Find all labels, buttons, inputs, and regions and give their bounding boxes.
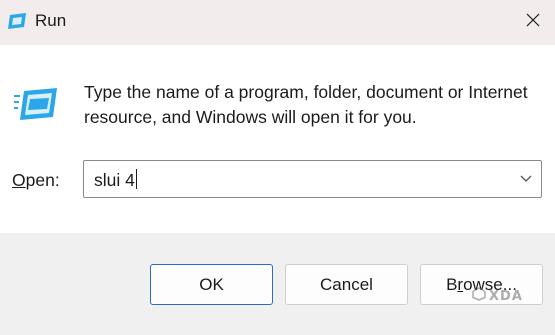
dialog-content: Type the name of a program, folder, docu… bbox=[0, 45, 555, 233]
open-combobox[interactable]: slui 4 bbox=[83, 160, 542, 198]
open-label-rest: pen: bbox=[25, 170, 60, 190]
open-label: Open: bbox=[12, 170, 60, 191]
cancel-button[interactable]: Cancel bbox=[285, 264, 408, 305]
instruction-text: Type the name of a program, folder, docu… bbox=[84, 82, 528, 127]
watermark-logo: XDA bbox=[472, 286, 532, 306]
window-title: Run bbox=[35, 11, 67, 30]
text-cursor bbox=[135, 169, 137, 189]
close-button[interactable] bbox=[510, 0, 555, 45]
button-bar: OK Cancel Br owse... bbox=[0, 233, 555, 335]
title-bar: Run bbox=[0, 0, 555, 45]
watermark-text: XDA bbox=[489, 288, 523, 304]
browse-label-prefix: B bbox=[446, 274, 458, 294]
open-input-value: slui 4 bbox=[94, 170, 135, 190]
watermark-icon bbox=[472, 286, 486, 306]
chevron-down-icon[interactable] bbox=[519, 172, 533, 186]
ok-button[interactable]: OK bbox=[150, 264, 273, 305]
open-label-accelerator: O bbox=[12, 170, 26, 190]
run-icon bbox=[14, 87, 58, 121]
open-input[interactable]: slui 4 bbox=[94, 169, 137, 191]
run-app-icon bbox=[7, 12, 27, 30]
close-icon bbox=[525, 12, 541, 33]
